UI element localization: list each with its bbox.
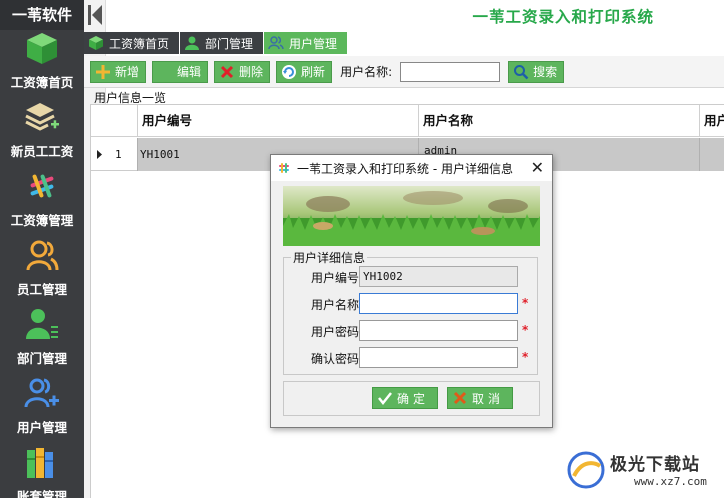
check-icon xyxy=(378,392,392,406)
confirm-password-label: 确认密码: xyxy=(310,352,363,366)
password-label: 用户密码: xyxy=(310,325,363,339)
sidebar-item-label: 部门管理 xyxy=(16,351,67,366)
column-header-code[interactable]: 用户编号 xyxy=(137,105,418,137)
dialog-titlebar[interactable]: 一苇工资录入和打印系统 - 用户详细信息 ✕ xyxy=(271,155,552,181)
sidebar-item-label: 新员工工资 xyxy=(10,144,74,159)
add-button-label: 新增 xyxy=(115,65,140,79)
sidebar-item-label: 工资簿管理 xyxy=(10,213,74,228)
field-row-name: 用户名称: * xyxy=(283,293,553,315)
user-detail-dialog: 一苇工资录入和打印系统 - 用户详细信息 ✕ 用户详细信息 用户编号: YH10… xyxy=(270,154,553,428)
field-row-confirm: 确认密码: * xyxy=(283,347,553,369)
slack-icon xyxy=(279,163,289,173)
required-mark: * xyxy=(522,350,529,364)
brand-label: 一苇软件 xyxy=(0,0,84,30)
sidebar-item-dept-manage[interactable]: 部门管理 xyxy=(0,306,84,375)
cube-icon xyxy=(89,36,103,50)
field-row-code: 用户编号: YH1002 xyxy=(283,266,553,288)
user-add-icon xyxy=(24,378,59,408)
tab-dept-manage[interactable]: 部门管理 xyxy=(180,32,264,54)
user-name-field[interactable] xyxy=(359,293,518,314)
ok-button-label: 确定 xyxy=(397,391,430,406)
sidebar-item-label: 员工管理 xyxy=(16,282,67,297)
edit-button-label: 编辑 xyxy=(177,65,202,79)
required-mark: * xyxy=(522,296,529,310)
sidebar-item-label: 账套管理 xyxy=(16,489,67,498)
sidebar-item-new-salary[interactable]: 新员工工资 xyxy=(0,99,84,168)
slack-icon xyxy=(30,174,54,198)
close-icon xyxy=(220,65,234,78)
refresh-button[interactable]: 刷新 xyxy=(276,60,333,83)
user-list-icon xyxy=(26,309,58,339)
group-legend: 用户详细信息 xyxy=(291,249,368,266)
cancel-button-label: 取消 xyxy=(472,391,505,406)
collapse-left-icon[interactable] xyxy=(84,0,106,30)
tab-label: 工资簿首页 xyxy=(109,36,170,51)
watermark-text: 极光下载站 xyxy=(610,455,700,475)
watermark-logo-icon xyxy=(567,451,605,489)
refresh-icon xyxy=(282,64,297,79)
grid-header: 用户编号 用户名称 用户 xyxy=(91,105,724,137)
column-header-name[interactable]: 用户名称 xyxy=(418,105,699,137)
user-name-label: 用户名称: xyxy=(310,298,363,312)
column-header-extra[interactable]: 用户 xyxy=(699,105,724,137)
sidebar-item-employee-manage[interactable]: 员工管理 xyxy=(0,237,84,306)
watermark: 极光下载站 www.xz7.com xyxy=(564,444,724,498)
search-button[interactable]: 搜索 xyxy=(508,60,565,83)
tab-label: 部门管理 xyxy=(205,36,254,51)
tab-bar: 工资簿首页 部门管理 用户管理 xyxy=(84,32,724,54)
edit-button[interactable]: 编辑 xyxy=(152,60,209,83)
users-icon xyxy=(26,240,59,271)
cube-icon xyxy=(27,33,57,64)
ok-button[interactable]: 确定 xyxy=(372,387,439,409)
tab-label: 用户管理 xyxy=(289,36,338,51)
tab-user-manage[interactable]: 用户管理 xyxy=(264,32,348,54)
sidebar-item-label: 工资簿首页 xyxy=(10,75,74,90)
delete-button[interactable]: 删除 xyxy=(214,60,271,83)
users-icon xyxy=(268,36,284,50)
sidebar: 一苇软件 工资簿首页 新员工工资 工资簿管理 员工管理 部门管理 用户管理 账套… xyxy=(0,0,84,498)
close-icon[interactable]: ✕ xyxy=(531,158,544,177)
grass-banner-image xyxy=(283,186,540,246)
username-filter-input[interactable] xyxy=(400,61,501,82)
books-icon xyxy=(27,448,53,478)
user-code-field: YH1002 xyxy=(359,266,518,287)
cancel-icon xyxy=(453,391,467,405)
required-mark: * xyxy=(522,323,529,337)
sidebar-item-salary-manage[interactable]: 工资簿管理 xyxy=(0,168,84,237)
watermark-url: www.xz7.com xyxy=(634,475,707,488)
add-button[interactable]: 新增 xyxy=(90,60,147,83)
header: 一苇工资录入和打印系统 xyxy=(106,0,724,30)
row-header[interactable]: 1 xyxy=(91,138,137,171)
search-icon xyxy=(514,64,529,79)
sidebar-item-salary-home[interactable]: 工资簿首页 xyxy=(0,30,84,99)
dialog-title: 一苇工资录入和打印系统 - 用户详细信息 xyxy=(297,161,513,176)
plus-icon xyxy=(96,64,110,79)
delete-button-label: 删除 xyxy=(239,65,264,79)
sidebar-item-label: 用户管理 xyxy=(16,420,67,435)
search-button-label: 搜索 xyxy=(533,65,558,79)
page-title: 一苇工资录入和打印系统 xyxy=(472,7,654,26)
tab-salary-home[interactable]: 工资簿首页 xyxy=(84,32,180,54)
row-index: 1 xyxy=(115,148,122,161)
layers-add-icon xyxy=(25,103,59,131)
cell-extra xyxy=(699,138,724,171)
password-field[interactable] xyxy=(359,320,518,341)
field-row-password: 用户密码: * xyxy=(283,320,553,342)
user-code-label: 用户编号: xyxy=(310,271,363,285)
edit-icon xyxy=(159,74,170,77)
user-icon xyxy=(185,36,200,50)
username-filter-label: 用户名称: xyxy=(340,65,393,79)
cancel-button[interactable]: 取消 xyxy=(447,387,514,409)
sidebar-item-account-manage[interactable]: 账套管理 xyxy=(0,444,84,498)
confirm-password-field[interactable] xyxy=(359,347,518,368)
sidebar-item-user-manage[interactable]: 用户管理 xyxy=(0,375,84,444)
row-pointer-icon xyxy=(97,150,102,159)
app-window: 一苇软件 工资簿首页 新员工工资 工资簿管理 员工管理 部门管理 用户管理 账套… xyxy=(0,0,724,498)
refresh-button-label: 刷新 xyxy=(301,65,326,79)
toolbar: 新增 编辑 删除 刷新 用户名称: 搜索 xyxy=(84,56,724,88)
